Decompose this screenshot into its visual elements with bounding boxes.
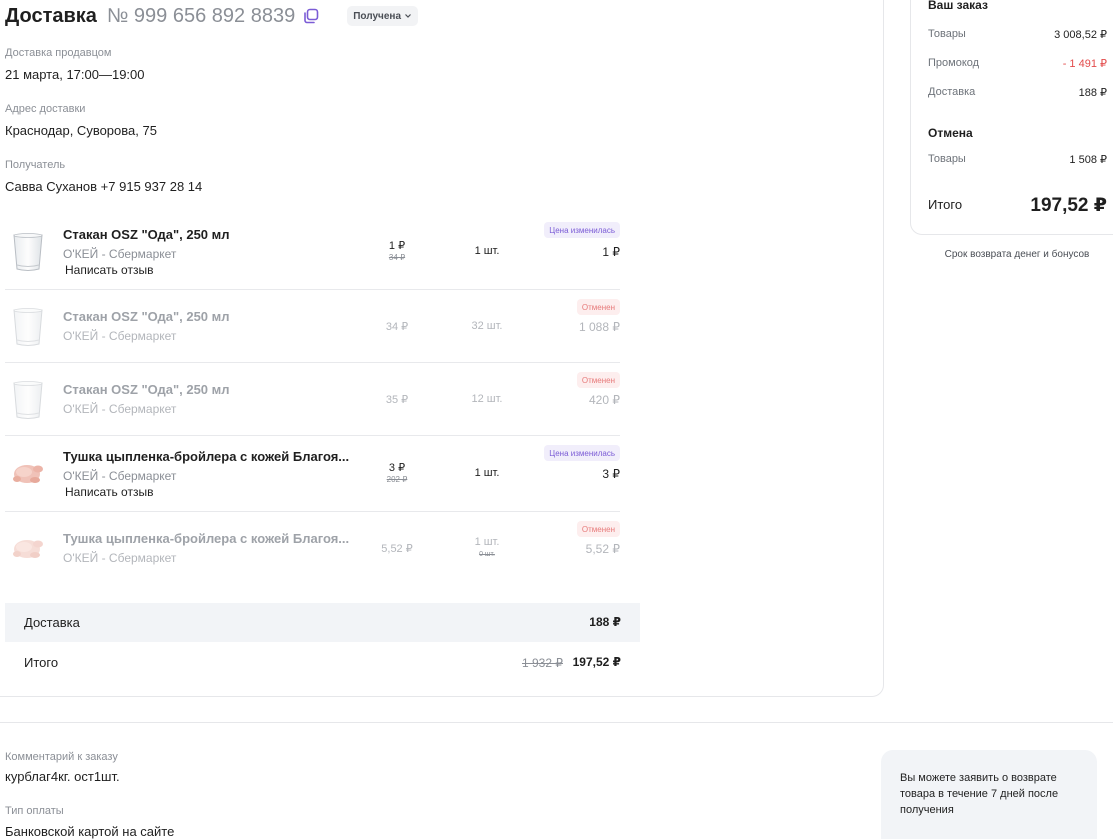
status-label: Получена xyxy=(353,10,402,22)
list-item: Тушка цыпленка-бройлера с кожей Благоя..… xyxy=(5,512,620,582)
product-image[interactable] xyxy=(11,527,45,567)
product-name[interactable]: Стакан OSZ "Ода", 250 мл xyxy=(63,309,230,324)
product-old-quantity: 0 шт. xyxy=(479,551,495,558)
list-item: Тушка цыпленка-бройлера с кожей Благоя..… xyxy=(5,436,620,512)
product-price: 35 ₽ xyxy=(385,394,409,406)
product-old-price: 34 ₽ xyxy=(388,253,406,262)
product-total: 420 ₽ xyxy=(589,393,620,407)
cancel-goods-label: Товары xyxy=(928,153,966,165)
price-changed-badge: Цена изменилась xyxy=(544,222,620,238)
payment-label: Тип оплаты xyxy=(5,805,64,817)
product-name[interactable]: Тушка цыпленка-бройлера с кожей Благоя..… xyxy=(63,531,349,546)
product-quantity: 1 шт. xyxy=(474,467,500,479)
payment-value: Банковской картой на сайте xyxy=(5,824,175,839)
product-price: 3 ₽ xyxy=(388,462,406,474)
product-quantity: 12 шт. xyxy=(471,393,503,405)
section-divider xyxy=(0,722,1113,723)
copy-icon[interactable] xyxy=(303,8,319,24)
product-seller: О'КЕЙ - Сбермаркет xyxy=(63,551,177,565)
product-image[interactable] xyxy=(11,452,45,492)
status-dropdown[interactable]: Получена xyxy=(347,6,419,26)
goods-label: Товары xyxy=(928,28,966,40)
product-quantity: 1 шт. xyxy=(474,536,500,548)
recipient-value: Савва Суханов +7 915 937 28 14 xyxy=(5,179,203,194)
cancelled-badge: Отменен xyxy=(576,299,620,315)
product-name[interactable]: Тушка цыпленка-бройлера с кожей Благоя..… xyxy=(63,449,349,464)
product-total: 1 088 ₽ xyxy=(579,320,620,334)
total-summary-value: 197,52 ₽ xyxy=(572,655,621,669)
address-value: Краснодар, Суворова, 75 xyxy=(5,123,157,138)
order-number: № 999 656 892 8839 xyxy=(106,4,296,27)
cancel-goods-value: 1 508 ₽ xyxy=(1069,154,1107,166)
comment-label: Комментарий к заказу xyxy=(5,751,118,763)
delivery-label: Доставка xyxy=(928,86,976,98)
items-list: Стакан OSZ "Ода", 250 мл О'КЕЙ - Сбермар… xyxy=(5,212,620,582)
page-title: Доставка xyxy=(5,4,97,27)
product-seller: О'КЕЙ - Сбермаркет xyxy=(63,469,177,483)
delivery-value: 188 ₽ xyxy=(1078,87,1107,99)
total-summary-label: Итого xyxy=(24,655,59,670)
product-image[interactable] xyxy=(11,232,45,272)
product-seller: О'КЕЙ - Сбермаркет xyxy=(63,247,177,261)
cancelled-badge: Отменен xyxy=(576,372,620,388)
seller-delivery-label: Доставка продавцом xyxy=(5,47,112,59)
list-item: Стакан OSZ "Ода", 250 мл О'КЕЙ - Сбермар… xyxy=(5,212,620,290)
order-summary-card: Ваш заказ Товары 3 008,52 ₽ Промокод - 1… xyxy=(910,0,1113,235)
product-total: 1 ₽ xyxy=(602,245,620,259)
product-name[interactable]: Стакан OSZ "Ода", 250 мл xyxy=(63,382,230,397)
refund-terms-link[interactable]: Срок возврата денег и бонусов xyxy=(910,249,1113,260)
comment-value: курблаг4кг. ост1шт. xyxy=(5,769,120,784)
chevron-down-icon xyxy=(405,14,411,18)
total-summary-row: Итого 1 932 ₽ 197,52 ₽ xyxy=(5,650,640,676)
list-item: Стакан OSZ "Ода", 250 мл О'КЕЙ - Сбермар… xyxy=(5,290,620,363)
product-quantity: 1 шт. xyxy=(474,245,500,257)
write-review-link[interactable]: Написать отзыв xyxy=(65,263,153,277)
promo-label: Промокод xyxy=(928,57,980,69)
address-label: Адрес доставки xyxy=(5,103,86,115)
product-name[interactable]: Стакан OSZ "Ода", 250 мл xyxy=(63,227,230,242)
product-total: 3 ₽ xyxy=(602,467,620,481)
product-price: 1 ₽ xyxy=(388,240,406,252)
product-old-price: 202 ₽ xyxy=(386,475,408,484)
delivery-summary-row: Доставка 188 ₽ xyxy=(5,603,640,642)
product-price: 5,52 ₽ xyxy=(381,543,413,555)
recipient-label: Получатель xyxy=(5,159,66,171)
return-notice: Вы можете заявить о возврате товара в те… xyxy=(881,750,1097,839)
product-image[interactable] xyxy=(11,380,45,420)
return-notice-text: Вы можете заявить о возврате товара в те… xyxy=(900,772,1059,816)
cancel-title: Отмена xyxy=(928,126,973,140)
goods-value: 3 008,52 ₽ xyxy=(1054,29,1107,41)
total-old-value: 1 932 ₽ xyxy=(522,656,563,670)
order-total-value: 197,52 ₽ xyxy=(1030,195,1107,216)
promo-value: - 1 491 ₽ xyxy=(1062,58,1107,70)
product-total: 5,52 ₽ xyxy=(585,542,620,556)
product-seller: О'КЕЙ - Сбермаркет xyxy=(63,402,177,416)
product-price: 34 ₽ xyxy=(385,321,409,333)
product-quantity: 32 шт. xyxy=(471,320,503,332)
delivery-summary-value: 188 ₽ xyxy=(589,615,621,629)
list-item: Стакан OSZ "Ода", 250 мл О'КЕЙ - Сбермар… xyxy=(5,363,620,436)
cancelled-badge: Отменен xyxy=(576,521,620,537)
write-review-link[interactable]: Написать отзыв xyxy=(65,485,153,499)
order-total-label: Итого xyxy=(928,197,963,212)
order-header: Доставка № 999 656 892 8839 Получена xyxy=(5,4,419,28)
price-changed-badge: Цена изменилась xyxy=(544,445,620,461)
delivery-summary-label: Доставка xyxy=(24,615,80,630)
product-image[interactable] xyxy=(11,307,45,347)
order-summary-title: Ваш заказ xyxy=(928,0,988,12)
product-seller: О'КЕЙ - Сбермаркет xyxy=(63,329,177,343)
seller-delivery-value: 21 марта, 17:00—19:00 xyxy=(5,67,145,82)
